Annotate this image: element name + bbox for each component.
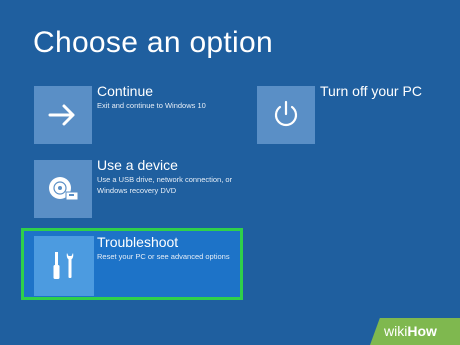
continue-description: Exit and continue to Windows 10 xyxy=(97,101,206,110)
continue-tile[interactable] xyxy=(34,86,92,144)
use-device-description: Use a USB drive, network connection, or … xyxy=(97,175,233,195)
troubleshoot-option[interactable]: Troubleshoot Reset your PC or see advanc… xyxy=(21,228,243,300)
page-title: Choose an option xyxy=(33,26,273,59)
wikihow-logo-how: How xyxy=(407,323,437,339)
disc-drive-icon xyxy=(49,177,79,201)
use-device-option[interactable]: Use a device Use a USB drive, network co… xyxy=(34,157,234,220)
continue-label: Continue xyxy=(97,83,154,99)
wikihow-logo-wiki: wiki xyxy=(384,323,408,339)
troubleshoot-description: Reset your PC or see advanced options xyxy=(97,252,230,261)
turn-off-option[interactable]: Turn off your PC xyxy=(257,83,437,146)
arrow-right-icon xyxy=(48,104,75,126)
continue-option[interactable]: Continue Exit and continue to Windows 10 xyxy=(34,83,234,146)
turn-off-label: Turn off your PC xyxy=(320,83,422,99)
use-device-label: Use a device xyxy=(97,157,178,173)
troubleshoot-label: Troubleshoot xyxy=(97,234,179,250)
turn-off-tile[interactable] xyxy=(257,86,315,144)
power-icon xyxy=(274,100,298,127)
wikihow-logo: wikiHow xyxy=(384,323,437,339)
use-device-tile[interactable] xyxy=(34,160,92,218)
troubleshoot-tile[interactable] xyxy=(34,236,94,296)
tools-icon xyxy=(53,252,74,279)
